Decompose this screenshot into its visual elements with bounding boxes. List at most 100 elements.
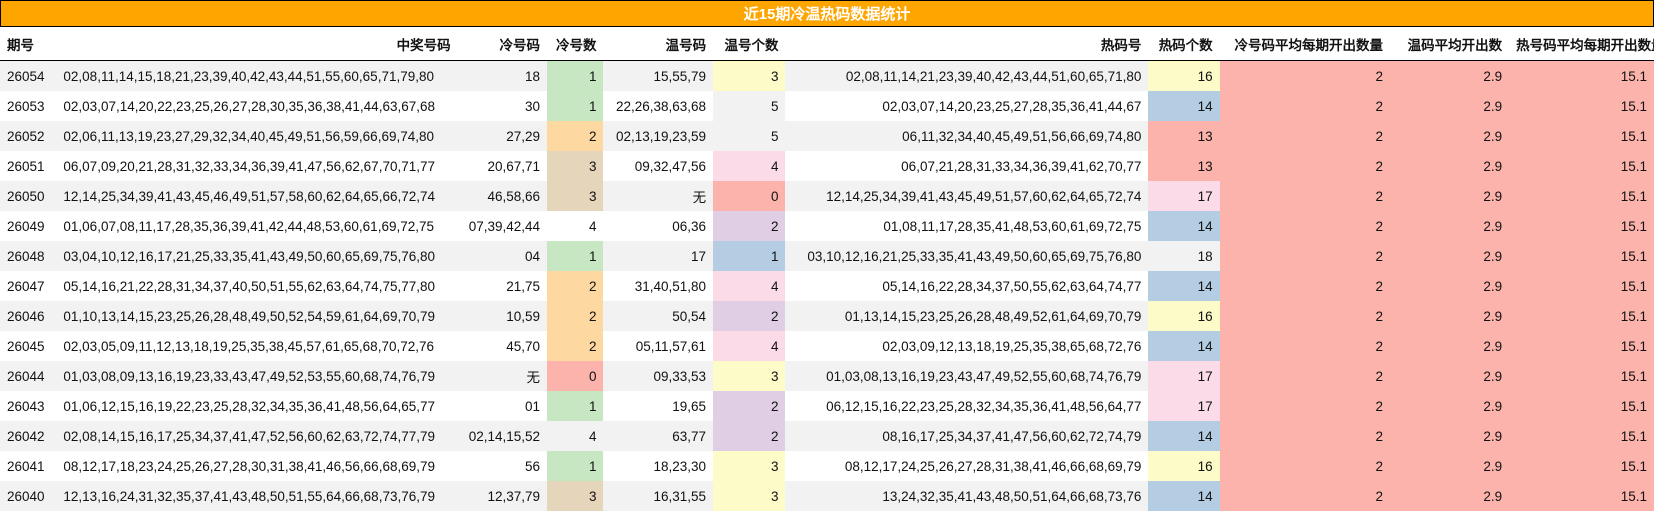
avg-warm-cell: 2.9 xyxy=(1389,181,1510,211)
hot-numbers-cell: 08,12,17,24,25,26,27,28,31,38,41,46,66,6… xyxy=(785,451,1149,481)
col-header-hot-count[interactable]: 热码个数 xyxy=(1148,27,1220,61)
cold-numbers-cell: 01 xyxy=(457,391,548,421)
hot-numbers-cell: 03,10,12,16,21,25,33,35,41,43,49,50,60,6… xyxy=(785,241,1149,271)
avg-cold-cell: 2 xyxy=(1219,271,1390,301)
cold-count-cell: 4 xyxy=(547,211,604,241)
cold-numbers-cell: 18 xyxy=(457,60,548,91)
cold-numbers-cell: 10,59 xyxy=(457,301,548,331)
hot-numbers-cell: 12,14,25,34,39,41,43,45,49,51,57,60,62,6… xyxy=(785,181,1149,211)
warm-numbers-cell: 18,23,30 xyxy=(603,451,714,481)
table-row: 26044 01,03,08,09,13,16,19,23,33,43,47,49… xyxy=(0,361,1654,391)
hot-count-cell: 16 xyxy=(1148,451,1220,481)
cold-numbers-cell: 46,58,66 xyxy=(457,181,548,211)
warm-numbers-cell: 05,11,57,61 xyxy=(603,331,714,361)
cold-numbers-cell: 20,67,71 xyxy=(457,151,548,181)
avg-cold-cell: 2 xyxy=(1219,361,1390,391)
avg-warm-cell: 2.9 xyxy=(1389,271,1510,301)
avg-cold-cell: 2 xyxy=(1219,241,1390,271)
avg-warm-cell: 2.9 xyxy=(1389,331,1510,361)
col-header-avg-cold[interactable]: 冷号码平均每期开出数量 xyxy=(1219,27,1390,61)
hot-numbers-cell: 06,11,32,34,40,45,49,51,56,66,69,74,80 xyxy=(785,121,1149,151)
issue-cell: 26047 xyxy=(0,271,57,301)
cold-numbers-cell: 04 xyxy=(457,241,548,271)
hot-count-cell: 13 xyxy=(1148,151,1220,181)
warm-numbers-cell: 02,13,19,23,59 xyxy=(603,121,714,151)
cold-numbers-cell: 30 xyxy=(457,91,548,121)
cold-count-cell: 1 xyxy=(547,91,604,121)
warm-count-cell: 2 xyxy=(713,421,786,451)
cold-numbers-cell: 07,39,42,44 xyxy=(457,211,548,241)
table-row: 26047 05,14,16,21,22,28,31,34,37,40,50,51… xyxy=(0,271,1654,301)
cold-count-cell: 0 xyxy=(547,361,604,391)
avg-cold-cell: 2 xyxy=(1219,181,1390,211)
col-header-cold[interactable]: 冷号码 xyxy=(457,27,548,61)
table-row: 26054 02,08,11,14,15,18,21,23,39,40,42,43… xyxy=(0,60,1654,91)
col-header-cold-count[interactable]: 冷号数 xyxy=(547,27,604,61)
winning-numbers-cell: 01,06,12,15,16,19,22,23,25,28,32,34,35,3… xyxy=(56,391,458,421)
cold-count-cell: 3 xyxy=(547,181,604,211)
hot-count-cell: 18 xyxy=(1148,241,1220,271)
col-header-issue[interactable]: 期号 xyxy=(0,27,57,61)
cold-count-cell: 1 xyxy=(547,241,604,271)
avg-warm-cell: 2.9 xyxy=(1389,451,1510,481)
cold-count-cell: 1 xyxy=(547,60,604,91)
hot-count-cell: 14 xyxy=(1148,91,1220,121)
warm-numbers-cell: 15,55,79 xyxy=(603,60,714,91)
table-row: 26045 02,03,05,09,11,12,13,18,19,25,35,38… xyxy=(0,331,1654,361)
table-body: 26054 02,08,11,14,15,18,21,23,39,40,42,43… xyxy=(0,60,1654,511)
cold-numbers-cell: 02,14,15,52 xyxy=(457,421,548,451)
table-row: 26043 01,06,12,15,16,19,22,23,25,28,32,34… xyxy=(0,391,1654,421)
winning-numbers-cell: 08,12,17,18,23,24,25,26,27,28,30,31,38,4… xyxy=(56,451,458,481)
winning-numbers-cell: 01,03,08,09,13,16,19,23,33,43,47,49,52,5… xyxy=(56,361,458,391)
hot-numbers-cell: 02,08,11,14,21,23,39,40,42,43,44,51,60,6… xyxy=(785,60,1149,91)
issue-cell: 26051 xyxy=(0,151,57,181)
warm-count-cell: 3 xyxy=(713,481,786,511)
cold-numbers-cell: 56 xyxy=(457,451,548,481)
col-header-warm-count[interactable]: 温号个数 xyxy=(713,27,786,61)
winning-numbers-cell: 02,08,14,15,16,17,25,34,37,41,47,52,56,6… xyxy=(56,421,458,451)
hot-numbers-cell: 01,08,11,17,28,35,41,48,53,60,61,69,72,7… xyxy=(785,211,1149,241)
stats-table: 期号 中奖号码 冷号码 冷号数 温号码 温号个数 热码号 热码个数 冷号码平均每… xyxy=(0,27,1654,511)
hot-numbers-cell: 06,12,15,16,22,23,25,28,32,34,35,36,41,4… xyxy=(785,391,1149,421)
avg-warm-cell: 2.9 xyxy=(1389,241,1510,271)
col-header-numbers[interactable]: 中奖号码 xyxy=(56,27,458,61)
warm-count-cell: 4 xyxy=(713,331,786,361)
avg-cold-cell: 2 xyxy=(1219,301,1390,331)
hot-numbers-cell: 02,03,07,14,20,23,25,27,28,35,36,41,44,6… xyxy=(785,91,1149,121)
hot-count-cell: 14 xyxy=(1148,331,1220,361)
col-header-avg-warm[interactable]: 温码平均开出数 xyxy=(1389,27,1510,61)
table-title: 近15期冷温热码数据统计 xyxy=(0,0,1654,27)
avg-hot-cell: 15.1 xyxy=(1509,331,1654,361)
avg-cold-cell: 2 xyxy=(1219,421,1390,451)
hot-count-cell: 17 xyxy=(1148,361,1220,391)
hot-count-cell: 17 xyxy=(1148,181,1220,211)
avg-hot-cell: 15.1 xyxy=(1509,361,1654,391)
hot-numbers-cell: 08,16,17,25,34,37,41,47,56,60,62,72,74,7… xyxy=(785,421,1149,451)
col-header-avg-hot[interactable]: 热号码平均每期开出数量 xyxy=(1509,27,1654,61)
hot-count-cell: 16 xyxy=(1148,60,1220,91)
avg-cold-cell: 2 xyxy=(1219,481,1390,511)
avg-cold-cell: 2 xyxy=(1219,451,1390,481)
table-row: 26049 01,06,07,08,11,17,28,35,36,39,41,42… xyxy=(0,211,1654,241)
hot-count-cell: 14 xyxy=(1148,211,1220,241)
avg-cold-cell: 2 xyxy=(1219,211,1390,241)
avg-hot-cell: 15.1 xyxy=(1509,241,1654,271)
issue-cell: 26053 xyxy=(0,91,57,121)
avg-hot-cell: 15.1 xyxy=(1509,60,1654,91)
warm-numbers-cell: 22,26,38,63,68 xyxy=(603,91,714,121)
hot-numbers-cell: 05,14,16,22,28,34,37,50,55,62,63,64,74,7… xyxy=(785,271,1149,301)
warm-numbers-cell: 19,65 xyxy=(603,391,714,421)
hot-count-cell: 14 xyxy=(1148,421,1220,451)
table-row: 26051 06,07,09,20,21,28,31,32,33,34,36,39… xyxy=(0,151,1654,181)
cold-count-cell: 3 xyxy=(547,151,604,181)
col-header-warm[interactable]: 温号码 xyxy=(603,27,714,61)
cold-count-cell: 1 xyxy=(547,451,604,481)
warm-count-cell: 3 xyxy=(713,361,786,391)
warm-numbers-cell: 16,31,55 xyxy=(603,481,714,511)
avg-warm-cell: 2.9 xyxy=(1389,151,1510,181)
issue-cell: 26050 xyxy=(0,181,57,211)
avg-warm-cell: 2.9 xyxy=(1389,301,1510,331)
warm-count-cell: 5 xyxy=(713,121,786,151)
avg-warm-cell: 2.9 xyxy=(1389,361,1510,391)
col-header-hot[interactable]: 热码号 xyxy=(785,27,1149,61)
